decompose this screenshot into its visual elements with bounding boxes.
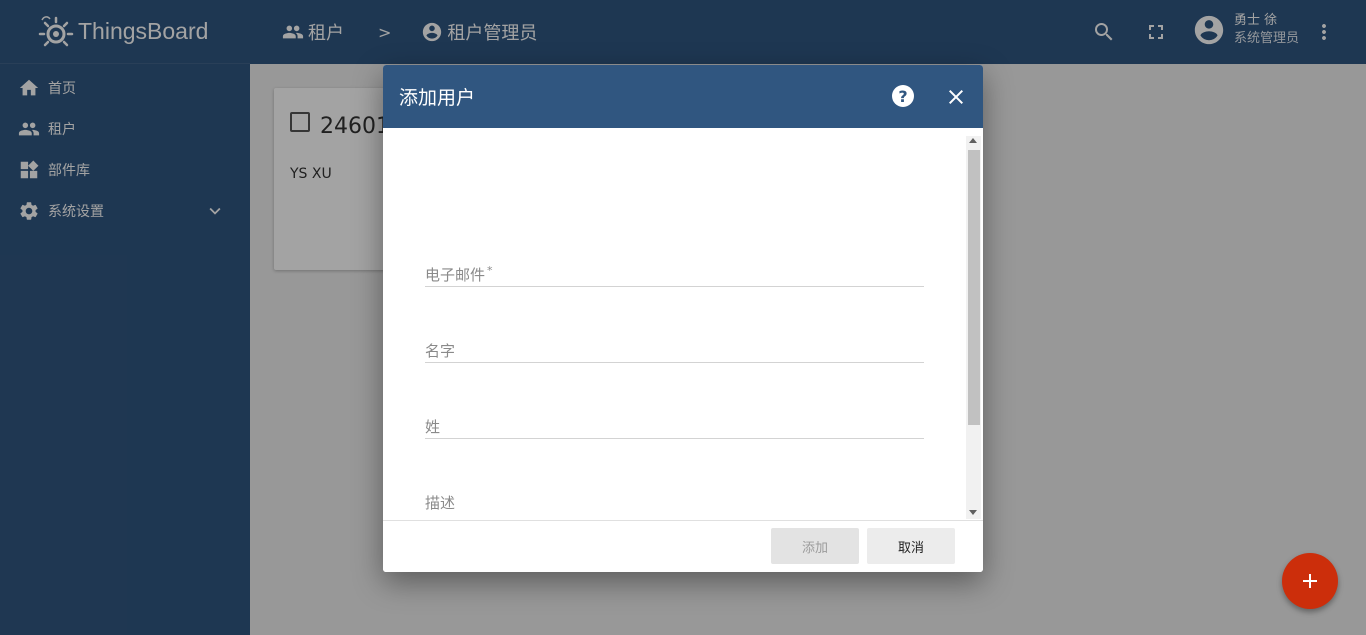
dialog-header: 添加用户 ? — [383, 65, 983, 128]
add-fab-button[interactable] — [1282, 553, 1338, 609]
last-name-field[interactable]: 姓 — [425, 412, 924, 439]
close-button[interactable] — [944, 85, 968, 109]
last-name-input[interactable] — [425, 413, 924, 431]
dialog-title: 添加用户 — [399, 87, 476, 109]
first-name-label: 名字 — [425, 342, 456, 360]
help-icon: ? — [898, 86, 908, 106]
plus-icon — [1303, 574, 1317, 588]
dialog-body: 电子邮件 * 名字 姓 描述 — [383, 128, 983, 539]
close-icon — [949, 90, 963, 104]
scrollbar-thumb[interactable] — [968, 150, 980, 425]
help-button[interactable]: ? — [892, 85, 914, 107]
first-name-input[interactable] — [425, 337, 924, 355]
scroll-up-arrow-icon[interactable] — [969, 138, 977, 143]
email-label: 电子邮件 * — [425, 264, 493, 284]
email-input[interactable] — [425, 261, 924, 279]
add-user-dialog: 添加用户 ? 电子邮件 * 名字 姓 描述 添加 取消 — [383, 65, 983, 572]
first-name-field[interactable]: 名字 — [425, 336, 924, 363]
add-button[interactable]: 添加 — [771, 528, 859, 564]
email-field[interactable]: 电子邮件 * — [425, 260, 924, 287]
last-name-label: 姓 — [425, 418, 441, 436]
description-label: 描述 — [425, 494, 456, 512]
dialog-actions: 添加 取消 — [383, 520, 983, 572]
scroll-down-arrow-icon[interactable] — [969, 510, 977, 515]
cancel-button[interactable]: 取消 — [867, 528, 955, 564]
dialog-scrollbar[interactable] — [966, 136, 981, 519]
